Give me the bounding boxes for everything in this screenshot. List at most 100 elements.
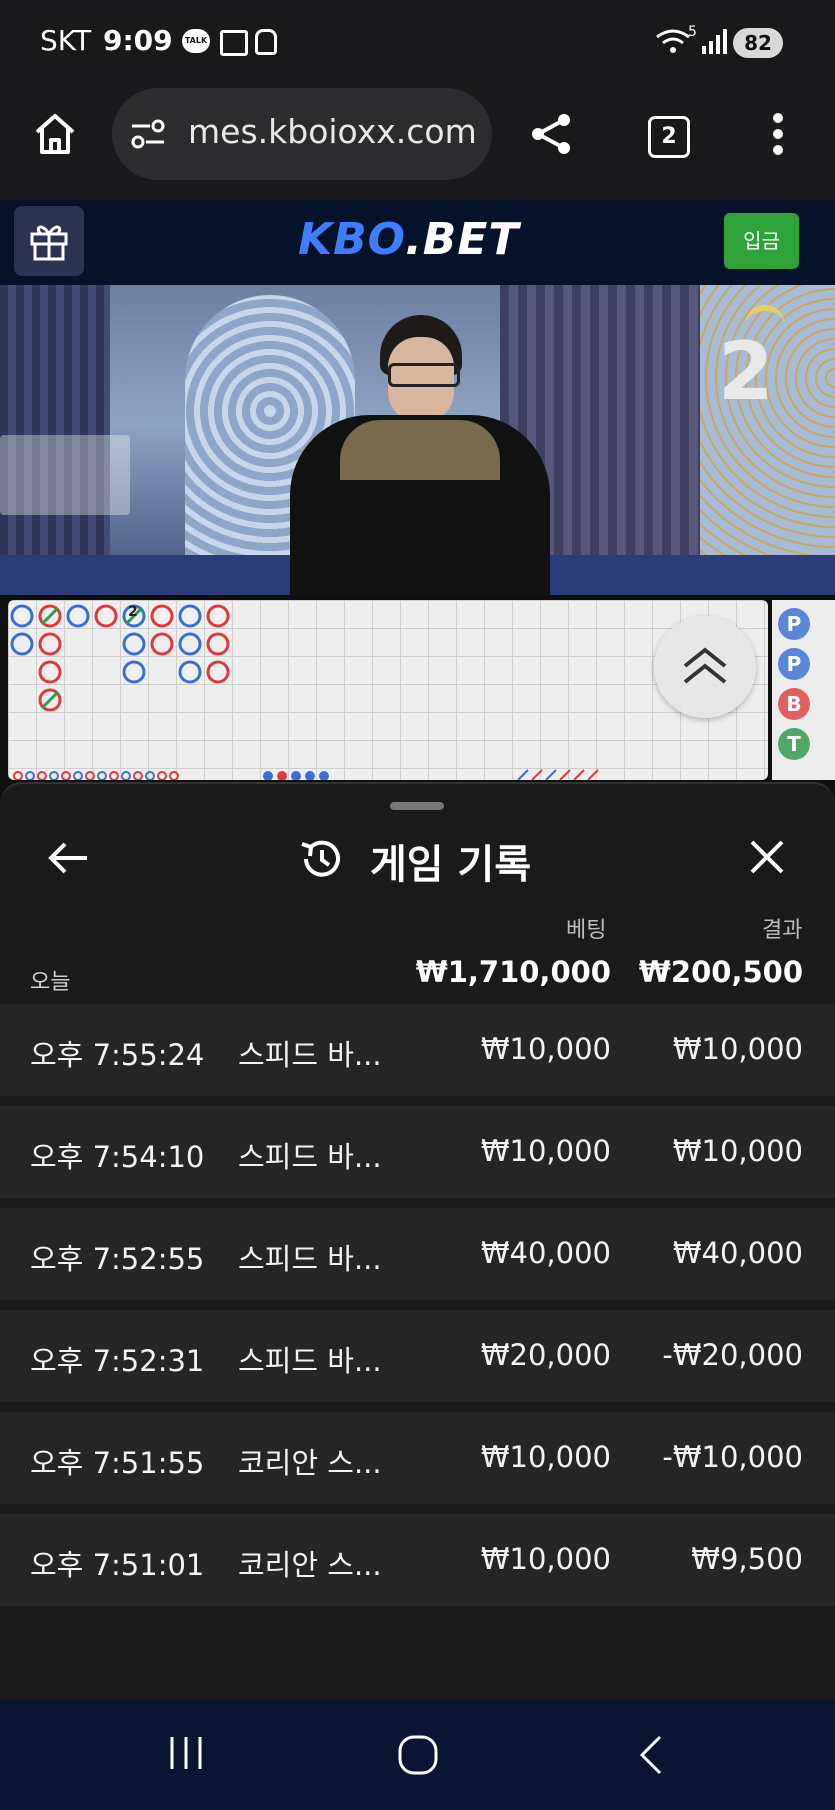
site-settings-icon[interactable] — [130, 118, 166, 150]
tie-mark — [40, 690, 60, 710]
back-nav-icon[interactable] — [636, 1733, 666, 1777]
history-row[interactable]: 오후 7:54:10 스피드 바... ₩10,000 ₩10,000 — [0, 1106, 835, 1198]
small-road-strip — [13, 769, 599, 780]
bead-plate-column: P P B T — [772, 600, 835, 780]
history-row[interactable]: 오후 7:52:55 스피드 바... ₩40,000 ₩40,000 — [0, 1208, 835, 1300]
sheet-drag-handle[interactable] — [390, 802, 444, 810]
row-result: ₩10,000 — [672, 1134, 803, 1168]
row-bet: ₩10,000 — [480, 1134, 611, 1168]
small-road-slash — [517, 769, 529, 780]
more-menu-icon[interactable] — [770, 112, 786, 156]
bead-player: P — [778, 648, 810, 680]
small-road-bead — [49, 771, 59, 780]
share-icon[interactable] — [530, 112, 574, 156]
home-icon[interactable] — [33, 112, 77, 156]
wifi-band-label: 5 — [688, 24, 697, 40]
small-road-bead — [85, 771, 95, 780]
logo-suffix: .BET — [405, 214, 520, 265]
url-text[interactable]: mes.kboioxx.com — [188, 112, 477, 151]
total-bet: ₩1,710,000 — [415, 955, 611, 989]
row-time: 오후 7:51:01 — [30, 1548, 205, 1582]
row-result: ₩40,000 — [672, 1236, 803, 1270]
small-road-bead — [169, 771, 179, 780]
system-navigation-bar — [0, 1700, 835, 1810]
carrier-label: SKT — [40, 24, 92, 57]
road-bead — [206, 660, 230, 684]
road-bead — [10, 604, 34, 628]
double-chevron-up-icon — [683, 647, 727, 684]
signal-icon — [702, 29, 727, 54]
row-time: 오후 7:55:24 — [30, 1038, 205, 1072]
history-row[interactable]: 오후 7:55:24 스피드 바... ₩10,000 ₩10,000 — [0, 1004, 835, 1096]
column-header-bet: 베팅 — [566, 918, 607, 943]
back-arrow-icon[interactable] — [45, 840, 89, 876]
row-result: ₩9,500 — [691, 1542, 803, 1576]
bead-banker: B — [778, 688, 810, 720]
row-bet: ₩10,000 — [480, 1440, 611, 1474]
row-bet: ₩10,000 — [480, 1542, 611, 1576]
road-bead — [178, 604, 202, 628]
small-road-bead — [37, 771, 47, 780]
small-road-bead — [13, 771, 23, 780]
kakaotalk-icon: TALK — [182, 29, 210, 53]
gift-icon — [30, 225, 68, 261]
small-road-slash — [559, 769, 571, 780]
road-bead — [38, 660, 62, 684]
bead-player: P — [778, 608, 810, 640]
small-road-bead — [109, 771, 119, 780]
live-dealer-video — [0, 285, 835, 595]
row-game: 스피드 바... — [238, 1038, 382, 1072]
promotion-button[interactable] — [14, 206, 84, 276]
small-road-bead — [277, 771, 287, 780]
row-game: 스피드 바... — [238, 1140, 382, 1174]
row-time: 오후 7:54:10 — [30, 1140, 205, 1174]
home-nav-icon[interactable] — [396, 1733, 440, 1777]
status-bar: SKT 9:09 TALK 5 82 — [0, 0, 835, 85]
small-road-bead — [319, 771, 329, 780]
road-bead — [122, 632, 146, 656]
road-bead — [150, 632, 174, 656]
small-road-bead — [157, 771, 167, 780]
close-icon[interactable] — [748, 838, 786, 876]
row-bet: ₩20,000 — [480, 1338, 611, 1372]
row-bet: ₩10,000 — [480, 1032, 611, 1066]
expand-button[interactable] — [654, 616, 756, 718]
sheet-title: 게임 기록 — [370, 842, 532, 888]
small-road-bead — [145, 771, 155, 780]
tie-mark — [40, 606, 60, 626]
row-game: 코리안 스... — [238, 1446, 382, 1480]
small-road-bead — [291, 771, 301, 780]
row-result: -₩20,000 — [662, 1338, 803, 1372]
bead-tie: T — [778, 728, 810, 760]
site-logo[interactable]: KBO.BET — [298, 214, 519, 265]
small-road-slash — [545, 769, 557, 780]
recent-apps-icon[interactable] — [166, 1733, 206, 1773]
row-bet: ₩40,000 — [480, 1236, 611, 1270]
deposit-button[interactable]: 입금 — [724, 213, 799, 269]
row-game: 스피드 바... — [238, 1344, 382, 1378]
tab-switcher-button[interactable]: 2 — [648, 116, 690, 158]
road-bead — [206, 604, 230, 628]
row-time: 오후 7:52:31 — [30, 1344, 205, 1378]
road-bead — [150, 604, 174, 628]
clock: 9:09 — [103, 24, 173, 57]
small-road-slash — [573, 769, 585, 780]
row-game: 코리안 스... — [238, 1548, 382, 1582]
history-row[interactable]: 오후 7:52:31 스피드 바... ₩20,000 -₩20,000 — [0, 1310, 835, 1402]
big-road — [10, 604, 599, 780]
small-road-bead — [61, 771, 71, 780]
small-road-slash — [531, 769, 543, 780]
road-bead — [66, 604, 90, 628]
small-road-bead — [263, 771, 273, 780]
total-result: ₩200,500 — [638, 955, 803, 989]
road-bead — [38, 632, 62, 656]
card-shoe — [0, 435, 130, 515]
road-bead — [94, 604, 118, 628]
history-row[interactable]: 오후 7:51:55 코리안 스... ₩10,000 -₩10,000 — [0, 1412, 835, 1504]
today-label: 오늘 — [30, 970, 71, 995]
wifi-icon — [656, 29, 690, 53]
small-road-bead — [73, 771, 83, 780]
history-row[interactable]: 오후 7:51:01 코리안 스... ₩10,000 ₩9,500 — [0, 1514, 835, 1606]
small-road-slash — [587, 769, 599, 780]
history-icon — [301, 840, 340, 877]
